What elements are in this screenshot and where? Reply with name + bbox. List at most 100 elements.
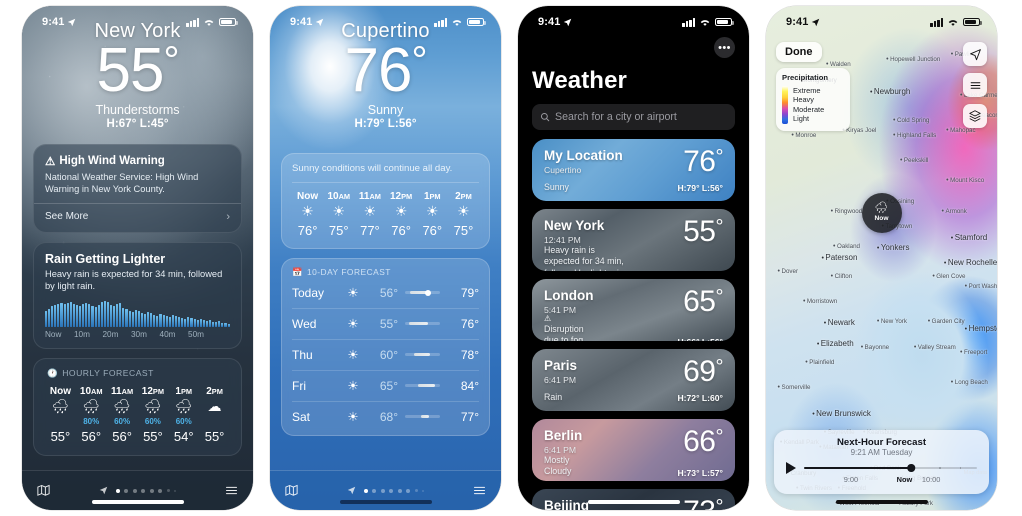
page-dot[interactable] bbox=[363, 488, 368, 493]
card-city-name: Paris bbox=[544, 358, 578, 373]
map-place-label: New Rochelle bbox=[944, 258, 997, 267]
list-icon[interactable] bbox=[472, 483, 487, 498]
legend-level: Moderate bbox=[793, 104, 825, 114]
page-dot[interactable] bbox=[380, 488, 385, 493]
page-dot[interactable] bbox=[141, 488, 145, 493]
precip-probability: 60% bbox=[114, 416, 131, 426]
hourly-forecast-card[interactable]: 🕐 HOURLY FORECAST Now 🌧 55° 10AM 🌧 80% 56° 11AM… bbox=[33, 357, 242, 456]
hourly-forecast-card[interactable]: Sunny conditions will continue all day. … bbox=[281, 152, 490, 249]
heavy-rain-icon: 🌧 bbox=[82, 398, 101, 415]
page-dots[interactable] bbox=[99, 486, 176, 495]
card-condition: Heavy rain is expected for 34 min, follo… bbox=[544, 245, 624, 271]
ten-day-forecast-card[interactable]: 📅 10-DAY FORECAST Today ☀ 56° 79° Wed ☀ 55° 76°… bbox=[281, 257, 490, 436]
precip-bar bbox=[144, 313, 147, 327]
page-dot[interactable] bbox=[397, 488, 402, 493]
page-dot[interactable] bbox=[158, 488, 162, 493]
map-icon[interactable] bbox=[284, 483, 299, 498]
precip-bar bbox=[184, 318, 187, 327]
city-weather-card[interactable]: Paris 6:41 PM 69° Rain H:72° L:60° bbox=[532, 349, 735, 411]
alert-card[interactable]: ⚠ High Wind Warning National Weather Ser… bbox=[33, 143, 242, 233]
next-hour-forecast-panel[interactable]: Next-Hour Forecast 9:21 AM Tuesday 9:00 N… bbox=[774, 430, 989, 494]
wifi-icon bbox=[452, 19, 462, 26]
daily-forecast-row[interactable]: Sat ☀ 68° 77° bbox=[292, 402, 479, 432]
precip-bar bbox=[116, 304, 119, 327]
page-dot[interactable] bbox=[174, 489, 176, 492]
daily-forecast-row[interactable]: Today ☀ 56° 79° bbox=[292, 278, 479, 309]
list-icon[interactable] bbox=[224, 483, 239, 498]
search-placeholder: Search for a city or airport bbox=[555, 111, 677, 123]
screen-weather-list: 9:41 ••• Weather Search for a city or ai… bbox=[518, 6, 749, 510]
precip-bar bbox=[202, 320, 205, 327]
precipitation-card[interactable]: Rain Getting Lighter Heavy rain is expec… bbox=[33, 241, 242, 349]
hour-label: Now bbox=[297, 190, 319, 202]
map-place-label: Garden City bbox=[928, 318, 965, 325]
precip-bar bbox=[88, 304, 91, 327]
card-city-name: My Location bbox=[544, 148, 623, 163]
card-condition: Rain bbox=[544, 391, 563, 402]
sun-icon: ☀ bbox=[301, 203, 314, 220]
precip-probability: 60% bbox=[175, 416, 192, 426]
current-temperature: 55° bbox=[96, 36, 180, 105]
page-dot[interactable] bbox=[414, 489, 418, 492]
locate-me-button[interactable] bbox=[963, 42, 987, 66]
map-list-button[interactable] bbox=[963, 73, 987, 97]
page-dot[interactable] bbox=[406, 488, 410, 493]
hourly-forecast-item: 10AM 🌧 80% 56° bbox=[76, 386, 107, 444]
daily-forecast-row[interactable]: Wed ☀ 55° 76° bbox=[292, 309, 479, 340]
city-weather-card[interactable]: New York 12:41 PM 55° Heavy rain is expecte… bbox=[532, 209, 735, 271]
page-dots[interactable] bbox=[347, 486, 424, 495]
timeline-knob[interactable] bbox=[907, 464, 915, 472]
ellipsis-circle-icon[interactable]: ••• bbox=[714, 37, 735, 58]
precip-bar bbox=[215, 322, 218, 327]
daily-forecast-row[interactable]: Fri ☀ 65° 84° bbox=[292, 371, 479, 402]
timeline-slider[interactable] bbox=[804, 463, 977, 473]
precip-bar bbox=[66, 303, 69, 327]
map-place-label: Bayonne bbox=[861, 344, 889, 351]
current-temperature: 76° bbox=[344, 36, 428, 105]
page-dot[interactable] bbox=[389, 488, 393, 493]
precip-bar bbox=[75, 304, 79, 327]
page-dot[interactable] bbox=[115, 488, 120, 493]
map-layers-button[interactable] bbox=[963, 104, 987, 128]
daily-forecast-row[interactable]: Thu ☀ 60° 78° bbox=[292, 340, 479, 371]
location-arrow-icon[interactable] bbox=[99, 486, 108, 495]
precip-bar bbox=[103, 300, 106, 327]
timeline-tick bbox=[938, 467, 941, 469]
precip-bar bbox=[205, 320, 208, 327]
page-dot[interactable] bbox=[372, 488, 376, 493]
precip-bar bbox=[122, 307, 125, 327]
list-header: ••• Weather Search for a city or airport bbox=[518, 37, 749, 130]
card-high-low: H:79° L:56° bbox=[677, 183, 723, 193]
play-icon[interactable] bbox=[786, 462, 796, 474]
city-weather-card[interactable]: London5:41 PM 65° ⚠Disruption due to fog H:… bbox=[532, 279, 735, 341]
city-weather-card[interactable]: Berlin 6:41 PM 66° Mostly Cloudy H:73° L:57° bbox=[532, 419, 735, 481]
search-input[interactable]: Search for a city or airport bbox=[532, 104, 735, 130]
card-subtitle: 6:41 PM bbox=[544, 374, 577, 385]
card-high-low: H:72° L:60° bbox=[677, 393, 723, 403]
now-map-pin[interactable]: 🌧 Now bbox=[861, 192, 902, 233]
city-weather-card[interactable]: My Location Cupertino 76° Sunny H:79° L:56° bbox=[532, 139, 735, 201]
today-temp-marker bbox=[424, 289, 431, 296]
precip-bar bbox=[150, 313, 153, 327]
home-indicator bbox=[835, 500, 928, 504]
status-time: 9:41 bbox=[538, 16, 561, 28]
warning-triangle-icon: ⚠ bbox=[544, 314, 552, 323]
page-dot[interactable] bbox=[166, 489, 170, 492]
day-label: Today bbox=[292, 285, 325, 300]
page-dot[interactable] bbox=[124, 488, 128, 493]
page-dot[interactable] bbox=[422, 489, 424, 492]
card-high-low: H:66° L:56° bbox=[677, 337, 723, 341]
precip-bar bbox=[196, 319, 199, 327]
see-more-button[interactable]: See More › bbox=[45, 204, 230, 223]
rain-cloud-icon: 🌧 bbox=[113, 398, 131, 415]
hour-label: 10AM bbox=[79, 385, 103, 397]
alert-title-row: ⚠ High Wind Warning bbox=[45, 154, 230, 168]
hour-label: 12PM bbox=[141, 385, 164, 397]
location-arrow-icon[interactable] bbox=[347, 486, 356, 495]
timeline-axis-label: 9:00 bbox=[843, 475, 859, 484]
page-dot[interactable] bbox=[132, 488, 137, 493]
page-dot[interactable] bbox=[149, 488, 154, 493]
done-button[interactable]: Done bbox=[776, 42, 822, 62]
hourly-forecast-item: 11AM ☀ 77° bbox=[354, 191, 385, 238]
map-icon[interactable] bbox=[36, 483, 51, 498]
